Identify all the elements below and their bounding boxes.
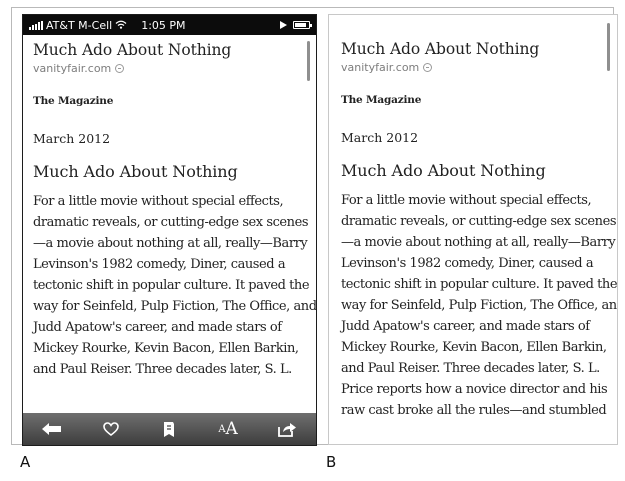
- text-size-small-glyph: A: [218, 423, 226, 435]
- share-icon: [277, 423, 296, 437]
- heart-icon: [103, 422, 119, 436]
- play-icon: [280, 19, 287, 32]
- article-title: Much Ado About Nothing: [33, 162, 238, 181]
- body-line: Price reports how a novice director and …: [341, 382, 608, 397]
- source-line[interactable]: vanityfair.com: [33, 62, 306, 75]
- body-line: raw cast broke all the rules—and stumble…: [341, 403, 607, 418]
- wifi-icon: [115, 19, 127, 32]
- page-title: Much Ado About Nothing: [33, 41, 232, 59]
- reader-toolbar: AA: [23, 413, 316, 445]
- reader-content: Much Ado About Nothing vanityfair.com Th…: [329, 15, 617, 421]
- reader-screenshot-a: AT&T M-Cell 1:05 PM Much Ado About Nothi…: [22, 14, 317, 446]
- body-line: and Paul Reiser. Three decades later, S.…: [341, 361, 600, 376]
- section-label: The Magazine: [33, 95, 114, 107]
- body-line: dramatic reveals, or cutting-edge sex sc…: [33, 215, 309, 230]
- back-button[interactable]: [32, 415, 72, 443]
- issue-date: March 2012: [341, 130, 419, 145]
- battery-icon: [293, 21, 312, 29]
- source-domain: vanityfair.com: [341, 61, 420, 74]
- body-line: way for Seinfeld, Pulp Fiction, The Offi…: [33, 299, 317, 314]
- clock-time: 1:05 PM: [141, 18, 186, 32]
- article-body: For a little movie without special effec…: [33, 191, 317, 380]
- body-line: —a movie about nothing at all, really—Ba…: [33, 236, 308, 251]
- save-button[interactable]: [149, 415, 189, 443]
- scrollbar-thumb[interactable]: [307, 41, 310, 81]
- text-size-large-glyph: A: [225, 419, 238, 439]
- source-link-icon: [115, 64, 125, 73]
- body-line: tectonic shift in popular culture. It pa…: [33, 278, 310, 293]
- text-size-button[interactable]: AA: [208, 415, 248, 443]
- body-line: Mickey Rourke, Kevin Bacon, Ellen Barkin…: [341, 340, 607, 355]
- page-title: Much Ado About Nothing: [341, 40, 540, 58]
- body-line: way for Seinfeld, Pulp Fiction, The Offi…: [341, 298, 618, 313]
- body-line: tectonic shift in popular culture. It pa…: [341, 277, 618, 292]
- share-button[interactable]: [267, 415, 307, 443]
- body-line: For a little movie without special effec…: [341, 193, 592, 208]
- body-line: Judd Apatow's career, and made stars of: [33, 320, 282, 335]
- article-title: Much Ado About Nothing: [341, 161, 546, 180]
- signal-strength-icon: [29, 20, 43, 30]
- section-label: The Magazine: [341, 94, 422, 106]
- body-line: —a movie about nothing at all, really—Ba…: [341, 235, 616, 250]
- source-domain: vanityfair.com: [33, 62, 112, 75]
- source-line[interactable]: vanityfair.com: [341, 61, 607, 74]
- caption-a: A: [20, 453, 31, 471]
- body-line: dramatic reveals, or cutting-edge sex sc…: [341, 214, 617, 229]
- reader-content: Much Ado About Nothing vanityfair.com Th…: [23, 35, 316, 380]
- body-line: Judd Apatow's career, and made stars of: [341, 319, 590, 334]
- body-line: For a little movie without special effec…: [33, 194, 284, 209]
- carrier-name: AT&T M-Cell: [46, 18, 113, 32]
- source-link-icon: [423, 63, 433, 72]
- back-arrow-icon: [42, 423, 62, 435]
- caption-b: B: [326, 453, 337, 471]
- favorite-button[interactable]: [91, 415, 131, 443]
- save-icon: [164, 421, 175, 437]
- body-line: Levinson's 1982 comedy, Diner, caused a: [341, 256, 594, 271]
- issue-date: March 2012: [33, 131, 111, 146]
- reader-screenshot-b: Much Ado About Nothing vanityfair.com Th…: [328, 14, 618, 445]
- body-line: Mickey Rourke, Kevin Bacon, Ellen Barkin…: [33, 341, 299, 356]
- status-bar: AT&T M-Cell 1:05 PM: [23, 15, 316, 35]
- body-line: Levinson's 1982 comedy, Diner, caused a: [33, 257, 286, 272]
- body-line: and Paul Reiser. Three decades later, S.…: [33, 362, 292, 377]
- article-body: For a little movie without special effec…: [341, 190, 618, 421]
- scrollbar-thumb[interactable]: [607, 23, 610, 71]
